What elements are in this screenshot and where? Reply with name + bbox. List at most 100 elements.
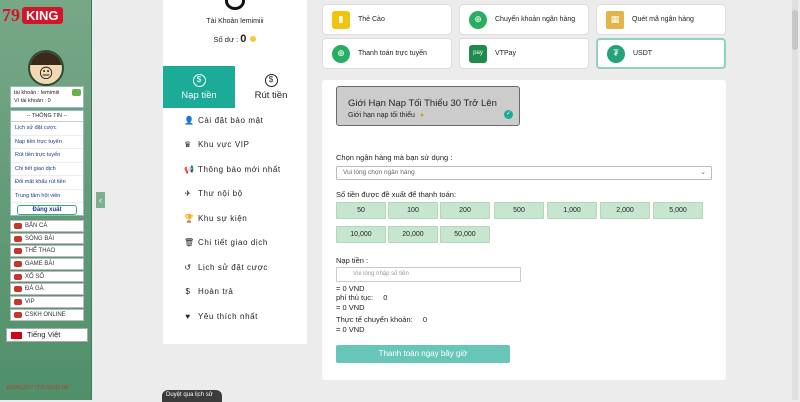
- nav-transactions[interactable]: 🗑 Chi tiết giao dịch: [163, 231, 307, 256]
- rooster-icon: [14, 286, 22, 293]
- nav-label: Thư nội bộ: [198, 189, 243, 199]
- language-label: Tiếng Việt: [27, 330, 61, 339]
- nav-label: Thông báo mới nhất: [198, 164, 281, 174]
- coin-icon: [250, 36, 257, 42]
- amount-option[interactable]: 2,000: [600, 202, 650, 219]
- nav-rebate[interactable]: $ Hoàn trả: [163, 280, 307, 305]
- chevron-down-icon: ⌄: [700, 169, 706, 176]
- method-bank-transfer[interactable]: ⊕ Chuyển khoản ngân hàng: [459, 4, 589, 35]
- globe-icon: ⊕: [332, 44, 350, 63]
- user-lock-icon: 👤: [184, 115, 195, 125]
- amount-option[interactable]: 5,000: [653, 202, 703, 219]
- account-info-box: tài khoản : lemimiii Ví tài khoản : 0: [10, 86, 84, 108]
- tether-icon: ₮: [607, 44, 625, 63]
- method-usdt[interactable]: ₮ USDT: [596, 38, 726, 69]
- menu-item[interactable]: Chi tiết giao dịch: [11, 163, 83, 176]
- method-vtpay[interactable]: pay VTPay: [459, 38, 589, 69]
- amount-option[interactable]: 500: [494, 202, 544, 219]
- method-label: USDT: [633, 50, 653, 57]
- coin-icon: ●: [419, 112, 425, 119]
- limit-card[interactable]: Giới Hạn Nạp Tối Thiểu 30 Trở Lên Giới h…: [336, 86, 520, 126]
- limit-subtitle-row: Giới hạn nạp tối thiểu ●: [348, 112, 424, 119]
- game-list: BẮN CÁ SÒNG BÀI THỂ THAO GAME BÀI XỔ SỐ …: [10, 220, 84, 322]
- game-label: GAME BÀI: [25, 260, 55, 267]
- crown-icon: [14, 298, 22, 305]
- game-item[interactable]: ĐÁ GÀ: [10, 283, 84, 296]
- nav-bet-history[interactable]: ↺ Lịch sử đặt cược: [163, 255, 307, 280]
- collapse-sidebar-button[interactable]: ‹: [96, 192, 105, 208]
- card-icon: ▮: [332, 10, 350, 29]
- nav-announcements[interactable]: 📢 Thông báo mới nhất: [163, 157, 307, 182]
- info-menu-header[interactable]: -- THÔNG TIN --: [11, 111, 83, 122]
- game-label: VIP: [25, 298, 35, 305]
- game-item[interactable]: GAME BÀI: [10, 258, 84, 270]
- chat-icon[interactable]: [72, 89, 81, 96]
- menu-item[interactable]: Lịch sử đặt cược: [11, 122, 83, 136]
- nav-security[interactable]: 👤 Cài đặt bảo mật: [163, 108, 307, 133]
- heart-icon: ♥: [185, 311, 191, 321]
- tab-deposit[interactable]: $ Nạp tiền: [163, 66, 235, 108]
- game-item[interactable]: CSKH ONLINE: [10, 308, 84, 321]
- amount-option[interactable]: 10,000: [336, 226, 386, 243]
- avatar[interactable]: 😐: [28, 50, 64, 86]
- menu-item[interactable]: Trung tâm hội viên: [11, 190, 83, 203]
- account-panel: Tài Khoản lemimiii Số dư : 0: [163, 0, 307, 66]
- scrollbar-thumb[interactable]: [792, 10, 798, 50]
- history-tab[interactable]: Duyệt qua lịch sử: [162, 390, 222, 402]
- logo-number: 79: [2, 4, 20, 25]
- method-label: VTPay: [495, 50, 517, 57]
- bank-select[interactable]: Vui lòng chọn ngân hàng ⌄: [336, 166, 712, 180]
- game-label: CSKH ONLINE: [25, 311, 66, 318]
- menu-item[interactable]: Nạp tiền trực tuyến: [11, 136, 83, 149]
- nav-events[interactable]: 🏆 Khu sự kiện: [163, 206, 307, 231]
- game-item[interactable]: BẮN CÁ: [10, 220, 84, 232]
- amount-option[interactable]: 200: [440, 202, 490, 219]
- actual-value: 0: [422, 315, 427, 324]
- nav-label: Cài đặt bảo mật: [198, 115, 264, 125]
- site-logo[interactable]: 79 KING: [2, 2, 88, 28]
- method-qr-bank[interactable]: ▦ Quét mã ngân hàng: [596, 4, 726, 35]
- logo-king: KING: [22, 6, 63, 24]
- page-scrollbar[interactable]: [792, 0, 798, 400]
- game-label: BẮN CÁ: [25, 222, 48, 229]
- amount-option[interactable]: 50,000: [440, 226, 490, 243]
- game-item[interactable]: XỔ SỐ: [10, 270, 84, 283]
- deposit-amount-input[interactable]: Vui lòng nhập số tiền: [336, 267, 521, 282]
- vietnam-flag-icon: [11, 331, 22, 339]
- avatar-hat: [30, 52, 62, 65]
- nav-label: Khu sự kiện: [198, 213, 248, 223]
- amount-option[interactable]: 100: [388, 202, 438, 219]
- amount-option[interactable]: 20,000: [388, 226, 438, 243]
- method-online-payment[interactable]: ⊕ Thanh toán trực tuyến: [322, 38, 452, 69]
- deposit-withdraw-tabs: $ Nạp tiền $ Rút tiền: [163, 66, 307, 108]
- game-label: THỂ THAO: [25, 248, 56, 255]
- language-selector[interactable]: Tiếng Việt: [6, 328, 88, 342]
- menu-item[interactable]: Rút tiền trực tuyến: [11, 149, 83, 163]
- vnd-deposit-value: = 0 VND: [336, 284, 365, 293]
- game-item[interactable]: VIP: [10, 296, 84, 308]
- nav-inbox[interactable]: ✈ Thư nội bộ: [163, 182, 307, 207]
- fee-label: phí thủ tục:: [336, 293, 374, 302]
- coin-icon: $: [185, 287, 191, 297]
- tab-label: Rút tiền: [254, 89, 288, 101]
- nav-favorites[interactable]: ♥ Yêu thích nhất: [163, 304, 307, 329]
- vnd-actual-value: = 0 VND: [336, 325, 365, 334]
- pay-now-button[interactable]: Thanh toán ngay bây giờ: [336, 345, 510, 363]
- cards-icon: [14, 260, 22, 267]
- nav-label: Yêu thích nhất: [198, 311, 258, 321]
- balance: Số dư : 0: [163, 33, 307, 45]
- sidebar-account-label: tài khoản : lemimiii: [14, 90, 60, 96]
- deposit-form: Giới Hạn Nạp Tối Thiểu 30 Trở Lên Giới h…: [322, 80, 726, 380]
- nav-vip[interactable]: ♛ Khu vực VIP: [163, 133, 307, 158]
- tab-withdraw[interactable]: $ Rút tiền: [235, 66, 307, 108]
- amount-option[interactable]: 1,000: [547, 202, 597, 219]
- limit-subtitle: Giới hạn nạp tối thiểu: [348, 112, 415, 119]
- method-scratch-card[interactable]: ▮ Thẻ Cào: [322, 4, 452, 35]
- game-item[interactable]: THỂ THAO: [10, 245, 84, 258]
- crown-icon: ♛: [184, 140, 192, 150]
- method-label: Thanh toán trực tuyến: [358, 50, 427, 57]
- amount-option[interactable]: 50: [336, 202, 386, 219]
- menu-item[interactable]: Đổi mật khẩu rút tiền: [11, 176, 83, 190]
- game-item[interactable]: SÒNG BÀI: [10, 232, 84, 245]
- logout-button[interactable]: Đăng xuất: [17, 205, 77, 215]
